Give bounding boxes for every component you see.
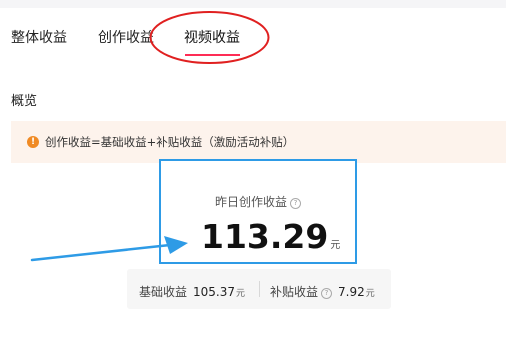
tab-video-earnings[interactable]: 视频收益 (184, 27, 240, 47)
tab-bar: 整体收益 创作收益 视频收益 (0, 27, 506, 57)
help-icon[interactable]: ? (321, 288, 333, 299)
card-label-row: 昨日创作收益? (161, 193, 355, 210)
help-icon[interactable]: ? (290, 198, 301, 209)
divider (259, 281, 260, 297)
base-earnings-label: 基础收益 (139, 285, 188, 299)
base-earnings-unit: 元 (236, 289, 246, 299)
exclamation-icon: ! (27, 136, 39, 148)
subsidy-earnings-label: 补贴收益 (270, 285, 319, 299)
card-label: 昨日创作收益 (214, 195, 287, 209)
tab-creation-earnings[interactable]: 创作收益 (98, 27, 154, 47)
notice-banner: ! 创作收益=基础收益+补贴收益（激励活动补贴） (11, 121, 506, 163)
earnings-unit: 元 (330, 240, 341, 251)
subsidy-earnings-unit: 元 (365, 289, 375, 299)
tab-overall-earnings[interactable]: 整体收益 (11, 27, 67, 47)
top-bar (0, 0, 506, 8)
yesterday-earnings-card: 昨日创作收益? 113.29 元 (159, 159, 357, 264)
earnings-value: 113.29 (201, 217, 329, 256)
base-earnings-value: 105.37 (193, 285, 236, 299)
base-earnings: 基础收益 105.37元 (139, 283, 245, 300)
subsidy-earnings-value: 7.92 (338, 285, 365, 299)
active-tab-indicator (185, 54, 240, 56)
section-title: 概览 (11, 94, 38, 109)
card-value-row: 113.29 元 (201, 217, 340, 256)
subsidy-earnings: 补贴收益? 7.92元 (270, 283, 375, 300)
earnings-breakdown: 基础收益 105.37元 补贴收益? 7.92元 (127, 269, 391, 309)
notice-text: 创作收益=基础收益+补贴收益（激励活动补贴） (45, 135, 295, 149)
